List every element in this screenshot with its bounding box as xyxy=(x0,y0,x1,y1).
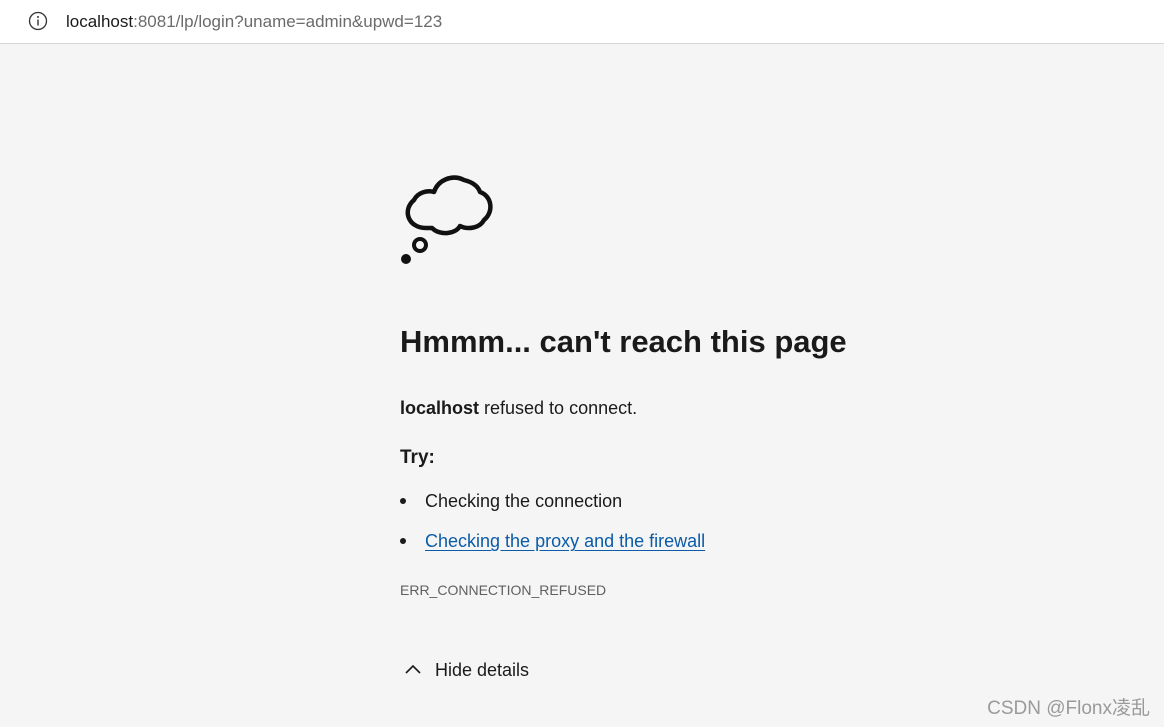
suggestion-check-connection: Checking the connection xyxy=(425,491,623,511)
proxy-firewall-link[interactable]: Checking the proxy and the firewall xyxy=(425,529,705,553)
error-description: localhost refused to connect. xyxy=(400,396,637,420)
url-host: localhost xyxy=(66,12,134,31)
bullet xyxy=(400,498,406,504)
error-host: localhost xyxy=(400,398,480,418)
url-path: :8081/lp/login?uname=admin&upwd=123 xyxy=(133,12,443,31)
chevron-up-icon xyxy=(405,664,421,674)
thought-cloud-icon xyxy=(401,175,493,264)
watermark: CSDN @Flonx凌乱 xyxy=(987,698,1150,719)
url-text[interactable]: localhost:8081/lp/login?uname=admin&upwd… xyxy=(66,11,442,33)
try-heading: Try: xyxy=(400,447,435,468)
address-bar: localhost:8081/lp/login?uname=admin&upwd… xyxy=(0,0,1164,44)
hide-details-label: Hide details xyxy=(435,660,530,680)
bullet xyxy=(400,538,406,544)
error-message: refused to connect. xyxy=(479,398,638,418)
info-icon[interactable] xyxy=(28,11,48,31)
url-field[interactable]: localhost:8081/lp/login?uname=admin&upwd… xyxy=(6,2,1158,38)
page-title: Hmmm... can't reach this page xyxy=(400,324,847,359)
error-code: ERR_CONNECTION_REFUSED xyxy=(400,582,607,598)
